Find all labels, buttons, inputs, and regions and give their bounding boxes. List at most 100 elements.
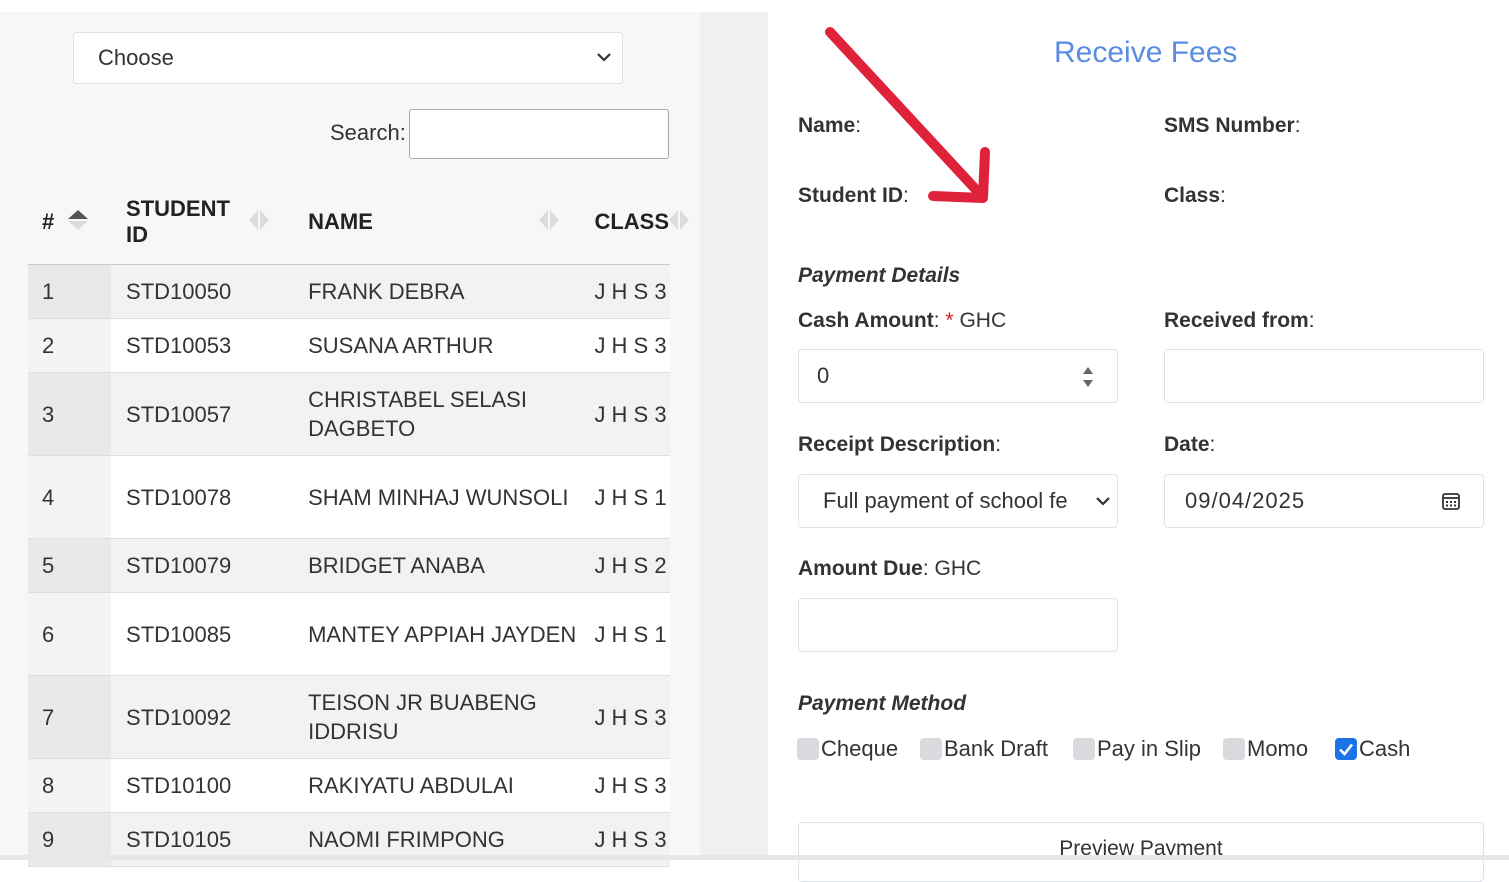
column-header-class[interactable]: CLASS — [579, 180, 690, 265]
name-cell: MANTEY APPIAH JAYDEN — [293, 592, 580, 676]
name-cell: TEISON JR BUABENG IDDRISU — [293, 675, 580, 759]
payment-method-heading: Payment Method — [798, 692, 967, 715]
class-cell: J H S 3 — [579, 318, 670, 373]
pay-in-slip-checkbox[interactable]: Pay in Slip — [1073, 736, 1201, 762]
check-icon — [1339, 743, 1354, 756]
checkbox-box[interactable] — [797, 738, 819, 760]
cash-amount-value: 0 — [817, 363, 830, 388]
name-cell: SUSANA ARTHUR — [293, 318, 580, 373]
student-id-label: Student ID: — [798, 184, 909, 207]
currency-text: GHC — [934, 557, 982, 580]
bank-draft-checkbox[interactable]: Bank Draft — [920, 736, 1048, 762]
sort-icon — [539, 210, 560, 230]
student-id-cell: STD10079 — [111, 538, 294, 593]
checkbox-label: Pay in Slip — [1097, 736, 1201, 761]
name-cell: FRANK DEBRA — [293, 264, 580, 319]
checkbox-label: Cheque — [821, 736, 899, 761]
column-header-student-id[interactable]: STUDENT ID — [111, 180, 294, 265]
date-input[interactable]: 09/04/2025 — [1164, 474, 1484, 528]
class-cell: J H S 1 — [579, 592, 670, 676]
table-row[interactable]: 8 STD10100 RAKIYATU ABDULAI J H S 3 — [28, 758, 670, 813]
page-title: Receive Fees — [1054, 36, 1238, 69]
row-number: 3 — [28, 372, 112, 456]
received-from-input[interactable] — [1164, 349, 1484, 403]
sms-number-label: SMS Number: — [1164, 114, 1301, 137]
name-label: Name: — [798, 114, 862, 137]
table-row[interactable]: 5 STD10079 BRIDGET ANABA J H S 2 — [28, 538, 670, 593]
search-label: Search: — [330, 120, 406, 145]
student-id-cell: STD10057 — [111, 372, 294, 456]
name-cell: BRIDGET ANABA — [293, 538, 580, 593]
chevron-down-icon — [1093, 491, 1113, 511]
checkbox-label: Cash — [1359, 736, 1411, 761]
table-row[interactable]: 7 STD10092 TEISON JR BUABENG IDDRISU J H… — [28, 675, 670, 759]
class-select[interactable]: Choose — [73, 32, 623, 84]
received-from-label: Received from: — [1164, 309, 1315, 332]
preview-payment-button[interactable]: Preview Payment — [798, 822, 1484, 882]
class-cell: J H S 3 — [579, 758, 670, 813]
bottom-strip — [0, 855, 1509, 860]
sort-asc-icon — [68, 210, 88, 230]
spinner-icon[interactable] — [1081, 364, 1095, 390]
checkbox-box[interactable] — [1223, 738, 1245, 760]
row-number: 4 — [28, 455, 112, 539]
class-select-value: Choose — [98, 45, 174, 70]
amount-due-label: Amount Due: GHC — [798, 557, 982, 580]
date-value: 09/04/2025 — [1185, 488, 1306, 513]
class-cell: J H S 2 — [579, 538, 670, 593]
row-number: 1 — [28, 264, 112, 319]
student-id-cell: STD10053 — [111, 318, 294, 373]
sort-icon — [249, 210, 270, 230]
sort-icon — [669, 210, 690, 230]
currency-text: GHC — [959, 309, 1007, 332]
student-id-cell: STD10078 — [111, 455, 294, 539]
row-number: 2 — [28, 318, 112, 373]
class-cell: J H S 3 — [579, 264, 670, 319]
momo-checkbox[interactable]: Momo — [1223, 736, 1308, 762]
checkbox-label: Bank Draft — [944, 736, 1048, 761]
row-number: 7 — [28, 675, 112, 759]
row-number: 5 — [28, 538, 112, 593]
column-header-number[interactable]: # — [28, 180, 112, 265]
student-id-cell: STD10085 — [111, 592, 294, 676]
payment-details-heading: Payment Details — [798, 264, 961, 287]
cheque-checkbox[interactable]: Cheque — [797, 736, 898, 762]
amount-due-input[interactable] — [798, 598, 1118, 652]
table-row[interactable]: 1 STD10050 FRANK DEBRA J H S 3 — [28, 264, 670, 319]
name-cell: CHRISTABEL SELASI DAGBETO — [293, 372, 580, 456]
class-cell: J H S 3 — [579, 675, 670, 759]
name-cell: RAKIYATU ABDULAI — [293, 758, 580, 813]
date-label: Date: — [1164, 433, 1216, 456]
class-label: Class: — [1164, 184, 1226, 207]
column-header-name[interactable]: NAME — [293, 180, 580, 265]
table-header-row: # STUDENT ID NAME CLASS — [28, 180, 690, 265]
top-strip — [0, 0, 1509, 12]
row-number: 6 — [28, 592, 112, 676]
table-row[interactable]: 4 STD10078 SHAM MINHAJ WUNSOLI J H S 1 — [28, 455, 670, 539]
receipt-description-label: Receipt Description: — [798, 433, 1002, 456]
students-table: # STUDENT ID NAME CLASS 1 STD10050 FRANK… — [28, 180, 690, 867]
cash-checkbox[interactable]: Cash — [1335, 736, 1410, 762]
row-number: 8 — [28, 758, 112, 813]
name-cell: SHAM MINHAJ WUNSOLI — [293, 455, 580, 539]
cash-amount-label: Cash Amount: * GHC — [798, 309, 1007, 332]
table-row[interactable]: 6 STD10085 MANTEY APPIAH JAYDEN J H S 1 — [28, 592, 670, 676]
search-input[interactable] — [409, 109, 669, 159]
chevron-down-icon — [597, 53, 611, 62]
table-row[interactable]: 3 STD10057 CHRISTABEL SELASI DAGBETO J H… — [28, 372, 670, 456]
student-id-cell: STD10100 — [111, 758, 294, 813]
panel-gutter — [700, 12, 768, 860]
checkbox-box[interactable] — [920, 738, 942, 760]
class-cell: J H S 1 — [579, 455, 670, 539]
cash-amount-input[interactable]: 0 — [798, 349, 1118, 403]
student-id-cell: STD10092 — [111, 675, 294, 759]
table-row[interactable]: 2 STD10053 SUSANA ARTHUR J H S 3 — [28, 318, 670, 373]
checkbox-box[interactable] — [1073, 738, 1095, 760]
calendar-icon[interactable] — [1441, 491, 1461, 511]
required-mark: * — [945, 309, 954, 332]
receipt-description-value: Full payment of school fe — [823, 488, 1068, 513]
checkbox-box[interactable] — [1335, 738, 1357, 760]
receipt-description-select[interactable]: Full payment of school fe — [798, 474, 1118, 528]
class-cell: J H S 3 — [579, 372, 670, 456]
checkbox-label: Momo — [1247, 736, 1309, 761]
